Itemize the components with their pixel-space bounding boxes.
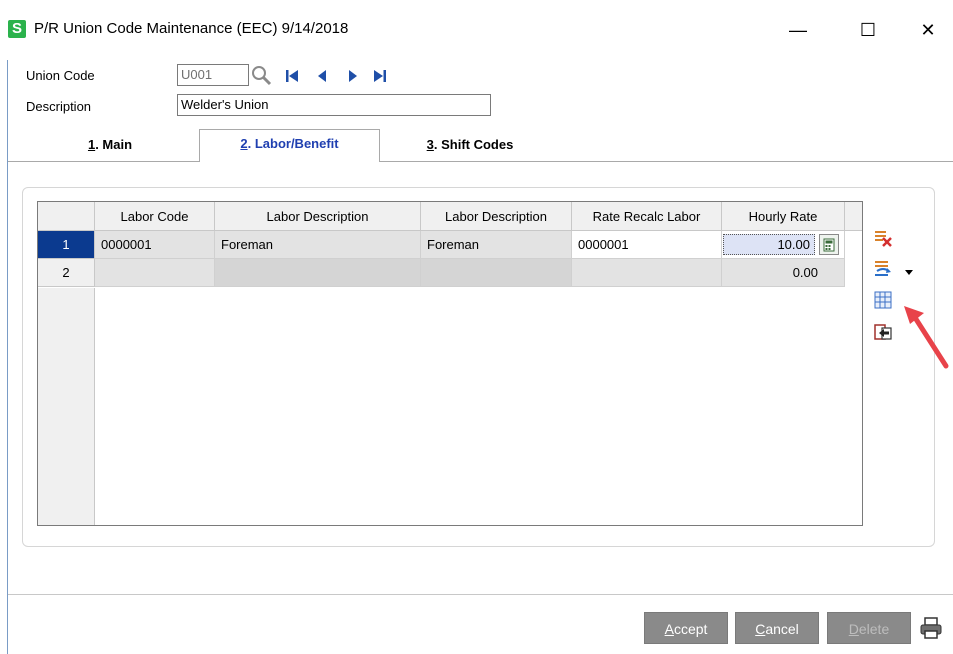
tab-strip-line <box>8 161 953 162</box>
maximize-button[interactable]: ☐ <box>845 10 891 50</box>
description-input[interactable]: Welder's Union <box>177 94 491 116</box>
labor-code-cell[interactable]: 0000001 <box>95 231 215 259</box>
rate-recalc-labor-cell[interactable] <box>572 259 722 287</box>
row-number[interactable]: 2 <box>38 259 95 287</box>
tab-shift-codes[interactable]: 3. Shift Codes <box>410 137 530 161</box>
window-title: P/R Union Code Maintenance (EEC) 9/14/20… <box>34 20 349 37</box>
row-number[interactable]: 1 <box>38 231 95 259</box>
tab-main[interactable]: 1. Main <box>60 137 160 161</box>
grid-layout-icon[interactable] <box>873 290 893 310</box>
search-icon[interactable] <box>250 64 272 86</box>
column-header-labor-code[interactable]: Labor Code <box>95 202 215 231</box>
last-record-icon[interactable] <box>370 66 390 86</box>
calculator-icon[interactable] <box>819 234 839 255</box>
column-header-hourly-rate[interactable]: Hourly Rate <box>722 202 845 231</box>
hourly-rate-input[interactable]: 10.00 <box>723 234 815 255</box>
window-border <box>7 60 8 654</box>
labor-description-2-cell[interactable]: Foreman <box>421 231 572 259</box>
column-header-rate-recalc-labor[interactable]: Rate Recalc Labor <box>572 202 722 231</box>
first-record-icon[interactable] <box>282 66 302 86</box>
hourly-rate-cell[interactable]: 0.00 <box>722 259 845 287</box>
grid-corner <box>38 202 95 231</box>
union-code-input[interactable]: U001 <box>177 64 249 86</box>
cancel-button[interactable]: Cancel <box>735 612 819 644</box>
dropdown-arrow-icon[interactable] <box>905 264 913 275</box>
union-code-label: Union Code <box>26 68 95 83</box>
next-record-icon[interactable] <box>343 66 363 86</box>
row-header-column <box>38 288 95 525</box>
close-button[interactable]: ✕ <box>905 10 951 50</box>
minimize-button[interactable]: — <box>775 10 821 50</box>
annotation-arrow <box>900 300 952 372</box>
hourly-rate-cell[interactable]: 10.00 <box>722 231 845 259</box>
tab-labor-benefit[interactable]: 2. Labor/Benefit <box>199 129 380 162</box>
labor-code-cell[interactable] <box>95 259 215 287</box>
insert-row-icon[interactable] <box>873 258 893 278</box>
rate-recalc-labor-cell[interactable]: 0000001 <box>572 231 722 259</box>
labor-description-cell[interactable] <box>215 259 421 287</box>
description-label: Description <box>26 99 92 114</box>
labor-description-cell[interactable]: Foreman <box>215 231 421 259</box>
footer-divider <box>8 594 953 595</box>
labor-description-2-cell[interactable] <box>421 259 572 287</box>
labor-grid[interactable]: Labor Code Labor Description Labor Descr… <box>37 201 863 526</box>
export-grid-icon[interactable] <box>873 322 893 342</box>
app-logo-icon: S <box>8 20 26 38</box>
accept-button[interactable]: Accept <box>644 612 728 644</box>
column-header-labor-description-2[interactable]: Labor Description <box>421 202 572 231</box>
column-header-filler <box>845 202 862 231</box>
print-icon[interactable] <box>918 615 944 641</box>
delete-row-icon[interactable] <box>873 228 893 248</box>
delete-button: Delete <box>827 612 911 644</box>
previous-record-icon[interactable] <box>312 66 332 86</box>
column-header-labor-description[interactable]: Labor Description <box>215 202 421 231</box>
